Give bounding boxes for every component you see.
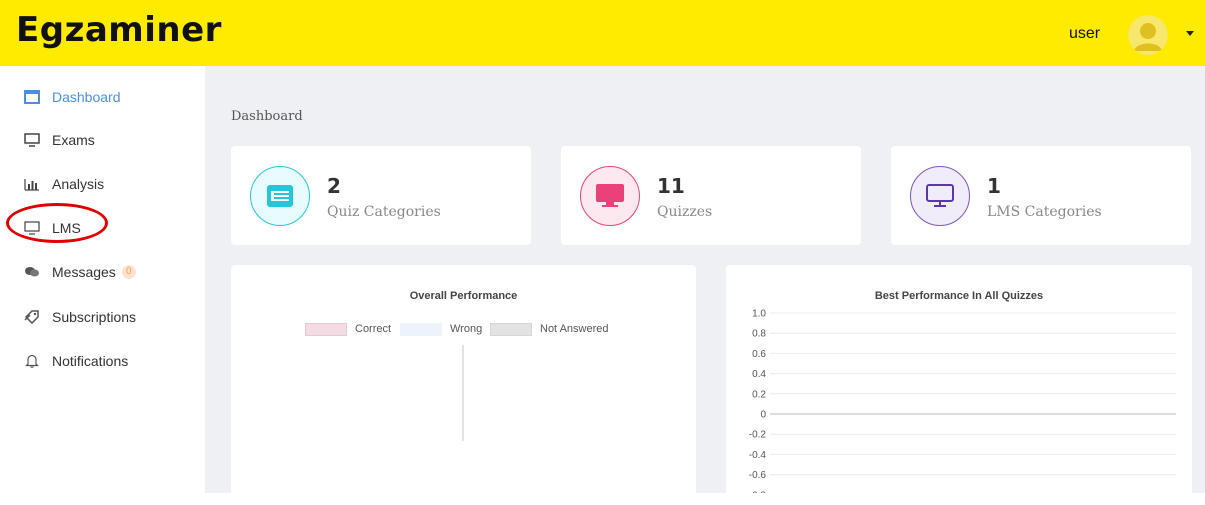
best-performance-plot: 1.00.80.60.40.20-0.2-0.4-0.6-0.8 [749, 309, 1176, 493]
y-tick-label: 0.8 [752, 329, 766, 340]
sidebar-item-subscriptions[interactable]: Subscriptions [24, 305, 136, 329]
sidebar-item-notifications[interactable]: Notifications [24, 349, 128, 373]
sidebar-item-messages[interactable]: Messages 0 [24, 260, 136, 284]
stat-label: LMS Categories [987, 204, 1102, 220]
stat-card-quizzes[interactable]: 11 Quizzes [561, 146, 861, 245]
y-tick-label: 1.0 [752, 309, 766, 320]
y-tick-label: 0.4 [752, 369, 766, 380]
legend-item-not-answered[interactable]: Not Answered [490, 322, 608, 336]
sidebar-item-label: Analysis [52, 176, 105, 192]
y-tick-label: 0.2 [752, 389, 766, 400]
legend-label: Wrong [450, 323, 483, 335]
breadcrumb: Dashboard [231, 109, 303, 124]
app-logo[interactable]: Egzaminer [16, 10, 222, 50]
chart-title: Best Performance In All Quizzes [874, 290, 1044, 302]
stat-label: Quiz Categories [327, 204, 441, 220]
y-tick-label: 0.6 [752, 349, 766, 360]
y-tick-label: 0 [760, 410, 766, 421]
monitor-icon [910, 166, 970, 226]
sidebar-item-label: Subscriptions [52, 309, 137, 325]
sidebar-item-label: Dashboard [52, 89, 121, 105]
sidebar-item-analysis[interactable]: Analysis [24, 172, 104, 196]
bell-icon [24, 353, 40, 369]
chart-title: Overall Performance [409, 290, 518, 302]
dashboard-icon [24, 89, 40, 105]
bar-chart-icon [24, 176, 40, 192]
sidebar-item-dashboard[interactable]: Dashboard [24, 85, 121, 109]
stat-value: 2 [327, 174, 341, 198]
sidebar-item-label: Notifications [52, 353, 129, 369]
stat-value: 1 [987, 174, 1001, 198]
y-tick-label: -0.4 [749, 450, 767, 461]
sidebar-item-label: Exams [52, 132, 95, 148]
user-name[interactable]: user [1069, 25, 1100, 43]
stat-card-quiz-categories[interactable]: 2 Quiz Categories [231, 146, 531, 245]
y-tick-label: -0.6 [749, 470, 767, 481]
list-icon [250, 166, 310, 226]
overall-performance-plot [462, 345, 464, 441]
tag-icon [24, 309, 40, 325]
monitor-icon [580, 166, 640, 226]
legend-label: Not Answered [540, 323, 609, 335]
sidebar-item-exams[interactable]: Exams [24, 128, 95, 152]
legend-swatch [400, 322, 442, 336]
top-header: Egzaminer user [0, 0, 1205, 66]
legend-swatch [490, 322, 532, 336]
legend-swatch [305, 322, 347, 336]
stat-card-lms-categories[interactable]: 1 LMS Categories [891, 146, 1191, 245]
user-avatar-icon[interactable] [1128, 15, 1168, 55]
messages-count-badge: 0 [121, 265, 136, 279]
chat-icon [24, 264, 40, 280]
legend-item-correct[interactable]: Correct [305, 322, 391, 336]
sidebar-item-label: Messages [52, 264, 116, 280]
legend-label: Correct [355, 323, 392, 335]
lms-highlight-annotation [6, 203, 108, 243]
monitor-icon [24, 132, 40, 148]
legend-item-wrong[interactable]: Wrong [400, 322, 482, 336]
stat-label: Quizzes [657, 204, 713, 220]
y-tick-label: -0.2 [749, 430, 767, 441]
user-menu-chevron-down-icon[interactable] [1186, 31, 1194, 36]
stat-value: 11 [657, 174, 685, 198]
